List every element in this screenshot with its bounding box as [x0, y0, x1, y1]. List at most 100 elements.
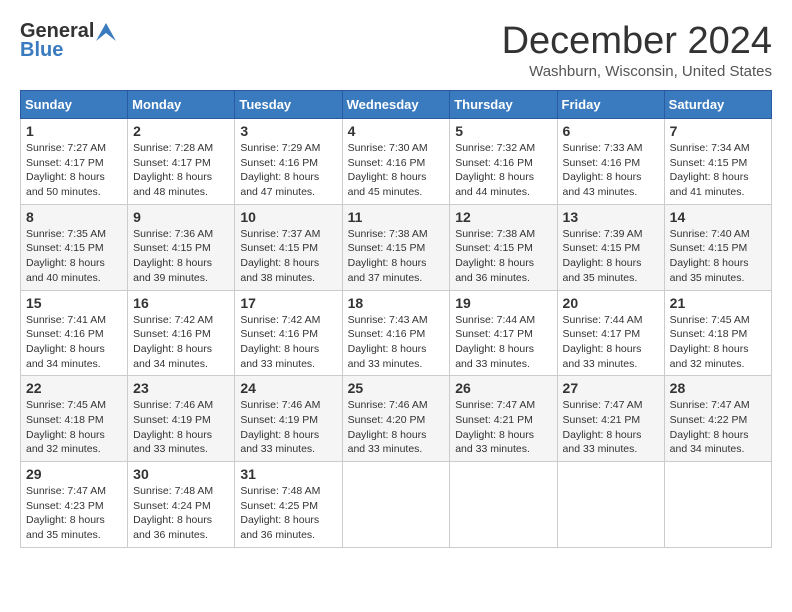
day-info: Sunrise: 7:40 AMSunset: 4:15 PMDaylight:… — [670, 228, 750, 284]
calendar-cell — [664, 462, 771, 548]
calendar-cell: 3 Sunrise: 7:29 AMSunset: 4:16 PMDayligh… — [235, 119, 342, 205]
day-header-wednesday: Wednesday — [342, 91, 450, 119]
calendar-cell: 13 Sunrise: 7:39 AMSunset: 4:15 PMDaylig… — [557, 204, 664, 290]
calendar-cell: 22 Sunrise: 7:45 AMSunset: 4:18 PMDaylig… — [21, 376, 128, 462]
day-info: Sunrise: 7:38 AMSunset: 4:15 PMDaylight:… — [348, 228, 428, 284]
calendar-cell: 11 Sunrise: 7:38 AMSunset: 4:15 PMDaylig… — [342, 204, 450, 290]
day-info: Sunrise: 7:46 AMSunset: 4:20 PMDaylight:… — [348, 399, 428, 455]
day-header-monday: Monday — [128, 91, 235, 119]
day-number: 31 — [240, 466, 336, 482]
day-info: Sunrise: 7:42 AMSunset: 4:16 PMDaylight:… — [240, 314, 320, 370]
day-number: 1 — [26, 123, 122, 139]
calendar-cell: 25 Sunrise: 7:46 AMSunset: 4:20 PMDaylig… — [342, 376, 450, 462]
day-number: 28 — [670, 380, 766, 396]
calendar-week-row: 8 Sunrise: 7:35 AMSunset: 4:15 PMDayligh… — [21, 204, 772, 290]
calendar-cell — [342, 462, 450, 548]
day-info: Sunrise: 7:47 AMSunset: 4:22 PMDaylight:… — [670, 399, 750, 455]
day-number: 16 — [133, 295, 229, 311]
day-info: Sunrise: 7:41 AMSunset: 4:16 PMDaylight:… — [26, 314, 106, 370]
day-number: 3 — [240, 123, 336, 139]
day-number: 15 — [26, 295, 122, 311]
day-info: Sunrise: 7:42 AMSunset: 4:16 PMDaylight:… — [133, 314, 213, 370]
day-number: 23 — [133, 380, 229, 396]
logo: General Blue — [20, 20, 116, 62]
page-header: General Blue December 2024 Washburn, Wis… — [20, 20, 772, 80]
day-number: 29 — [26, 466, 122, 482]
day-info: Sunrise: 7:45 AMSunset: 4:18 PMDaylight:… — [26, 399, 106, 455]
day-info: Sunrise: 7:35 AMSunset: 4:15 PMDaylight:… — [26, 228, 106, 284]
day-number: 19 — [455, 295, 551, 311]
day-info: Sunrise: 7:48 AMSunset: 4:24 PMDaylight:… — [133, 485, 213, 541]
calendar-week-row: 22 Sunrise: 7:45 AMSunset: 4:18 PMDaylig… — [21, 376, 772, 462]
day-info: Sunrise: 7:36 AMSunset: 4:15 PMDaylight:… — [133, 228, 213, 284]
day-info: Sunrise: 7:39 AMSunset: 4:15 PMDaylight:… — [563, 228, 643, 284]
day-info: Sunrise: 7:43 AMSunset: 4:16 PMDaylight:… — [348, 314, 428, 370]
location-title: Washburn, Wisconsin, United States — [502, 63, 772, 80]
calendar-cell: 17 Sunrise: 7:42 AMSunset: 4:16 PMDaylig… — [235, 290, 342, 376]
day-number: 24 — [240, 380, 336, 396]
calendar-cell: 27 Sunrise: 7:47 AMSunset: 4:21 PMDaylig… — [557, 376, 664, 462]
day-number: 30 — [133, 466, 229, 482]
day-info: Sunrise: 7:28 AMSunset: 4:17 PMDaylight:… — [133, 142, 213, 198]
calendar-cell — [450, 462, 557, 548]
day-info: Sunrise: 7:46 AMSunset: 4:19 PMDaylight:… — [133, 399, 213, 455]
day-number: 10 — [240, 209, 336, 225]
day-number: 26 — [455, 380, 551, 396]
calendar-cell: 2 Sunrise: 7:28 AMSunset: 4:17 PMDayligh… — [128, 119, 235, 205]
day-header-tuesday: Tuesday — [235, 91, 342, 119]
day-info: Sunrise: 7:47 AMSunset: 4:21 PMDaylight:… — [455, 399, 535, 455]
day-number: 5 — [455, 123, 551, 139]
day-header-sunday: Sunday — [21, 91, 128, 119]
calendar-cell: 7 Sunrise: 7:34 AMSunset: 4:15 PMDayligh… — [664, 119, 771, 205]
day-info: Sunrise: 7:47 AMSunset: 4:23 PMDaylight:… — [26, 485, 106, 541]
calendar-cell: 21 Sunrise: 7:45 AMSunset: 4:18 PMDaylig… — [664, 290, 771, 376]
day-info: Sunrise: 7:27 AMSunset: 4:17 PMDaylight:… — [26, 142, 106, 198]
calendar-cell: 12 Sunrise: 7:38 AMSunset: 4:15 PMDaylig… — [450, 204, 557, 290]
calendar-cell: 19 Sunrise: 7:44 AMSunset: 4:17 PMDaylig… — [450, 290, 557, 376]
calendar-cell: 15 Sunrise: 7:41 AMSunset: 4:16 PMDaylig… — [21, 290, 128, 376]
day-info: Sunrise: 7:33 AMSunset: 4:16 PMDaylight:… — [563, 142, 643, 198]
calendar-cell: 14 Sunrise: 7:40 AMSunset: 4:15 PMDaylig… — [664, 204, 771, 290]
day-info: Sunrise: 7:45 AMSunset: 4:18 PMDaylight:… — [670, 314, 750, 370]
calendar-header-row: SundayMondayTuesdayWednesdayThursdayFrid… — [21, 91, 772, 119]
day-number: 6 — [563, 123, 659, 139]
day-number: 7 — [670, 123, 766, 139]
calendar-cell: 1 Sunrise: 7:27 AMSunset: 4:17 PMDayligh… — [21, 119, 128, 205]
calendar-cell: 28 Sunrise: 7:47 AMSunset: 4:22 PMDaylig… — [664, 376, 771, 462]
calendar-cell: 23 Sunrise: 7:46 AMSunset: 4:19 PMDaylig… — [128, 376, 235, 462]
calendar-cell: 26 Sunrise: 7:47 AMSunset: 4:21 PMDaylig… — [450, 376, 557, 462]
calendar-cell: 5 Sunrise: 7:32 AMSunset: 4:16 PMDayligh… — [450, 119, 557, 205]
day-number: 25 — [348, 380, 445, 396]
day-header-thursday: Thursday — [450, 91, 557, 119]
calendar-cell — [557, 462, 664, 548]
calendar-cell: 8 Sunrise: 7:35 AMSunset: 4:15 PMDayligh… — [21, 204, 128, 290]
day-info: Sunrise: 7:37 AMSunset: 4:15 PMDaylight:… — [240, 228, 320, 284]
day-number: 11 — [348, 209, 445, 225]
logo-bird-icon — [96, 23, 116, 41]
day-number: 27 — [563, 380, 659, 396]
day-info: Sunrise: 7:44 AMSunset: 4:17 PMDaylight:… — [455, 314, 535, 370]
day-number: 18 — [348, 295, 445, 311]
day-info: Sunrise: 7:38 AMSunset: 4:15 PMDaylight:… — [455, 228, 535, 284]
day-info: Sunrise: 7:46 AMSunset: 4:19 PMDaylight:… — [240, 399, 320, 455]
calendar-table: SundayMondayTuesdayWednesdayThursdayFrid… — [20, 90, 772, 548]
day-info: Sunrise: 7:47 AMSunset: 4:21 PMDaylight:… — [563, 399, 643, 455]
calendar-cell: 30 Sunrise: 7:48 AMSunset: 4:24 PMDaylig… — [128, 462, 235, 548]
calendar-cell: 4 Sunrise: 7:30 AMSunset: 4:16 PMDayligh… — [342, 119, 450, 205]
calendar-cell: 29 Sunrise: 7:47 AMSunset: 4:23 PMDaylig… — [21, 462, 128, 548]
day-number: 4 — [348, 123, 445, 139]
calendar-cell: 10 Sunrise: 7:37 AMSunset: 4:15 PMDaylig… — [235, 204, 342, 290]
day-number: 2 — [133, 123, 229, 139]
calendar-week-row: 1 Sunrise: 7:27 AMSunset: 4:17 PMDayligh… — [21, 119, 772, 205]
day-number: 13 — [563, 209, 659, 225]
day-number: 17 — [240, 295, 336, 311]
day-number: 9 — [133, 209, 229, 225]
day-number: 14 — [670, 209, 766, 225]
day-info: Sunrise: 7:34 AMSunset: 4:15 PMDaylight:… — [670, 142, 750, 198]
month-title: December 2024 — [502, 20, 772, 63]
day-info: Sunrise: 7:29 AMSunset: 4:16 PMDaylight:… — [240, 142, 320, 198]
day-header-friday: Friday — [557, 91, 664, 119]
calendar-cell: 18 Sunrise: 7:43 AMSunset: 4:16 PMDaylig… — [342, 290, 450, 376]
day-number: 21 — [670, 295, 766, 311]
day-number: 12 — [455, 209, 551, 225]
